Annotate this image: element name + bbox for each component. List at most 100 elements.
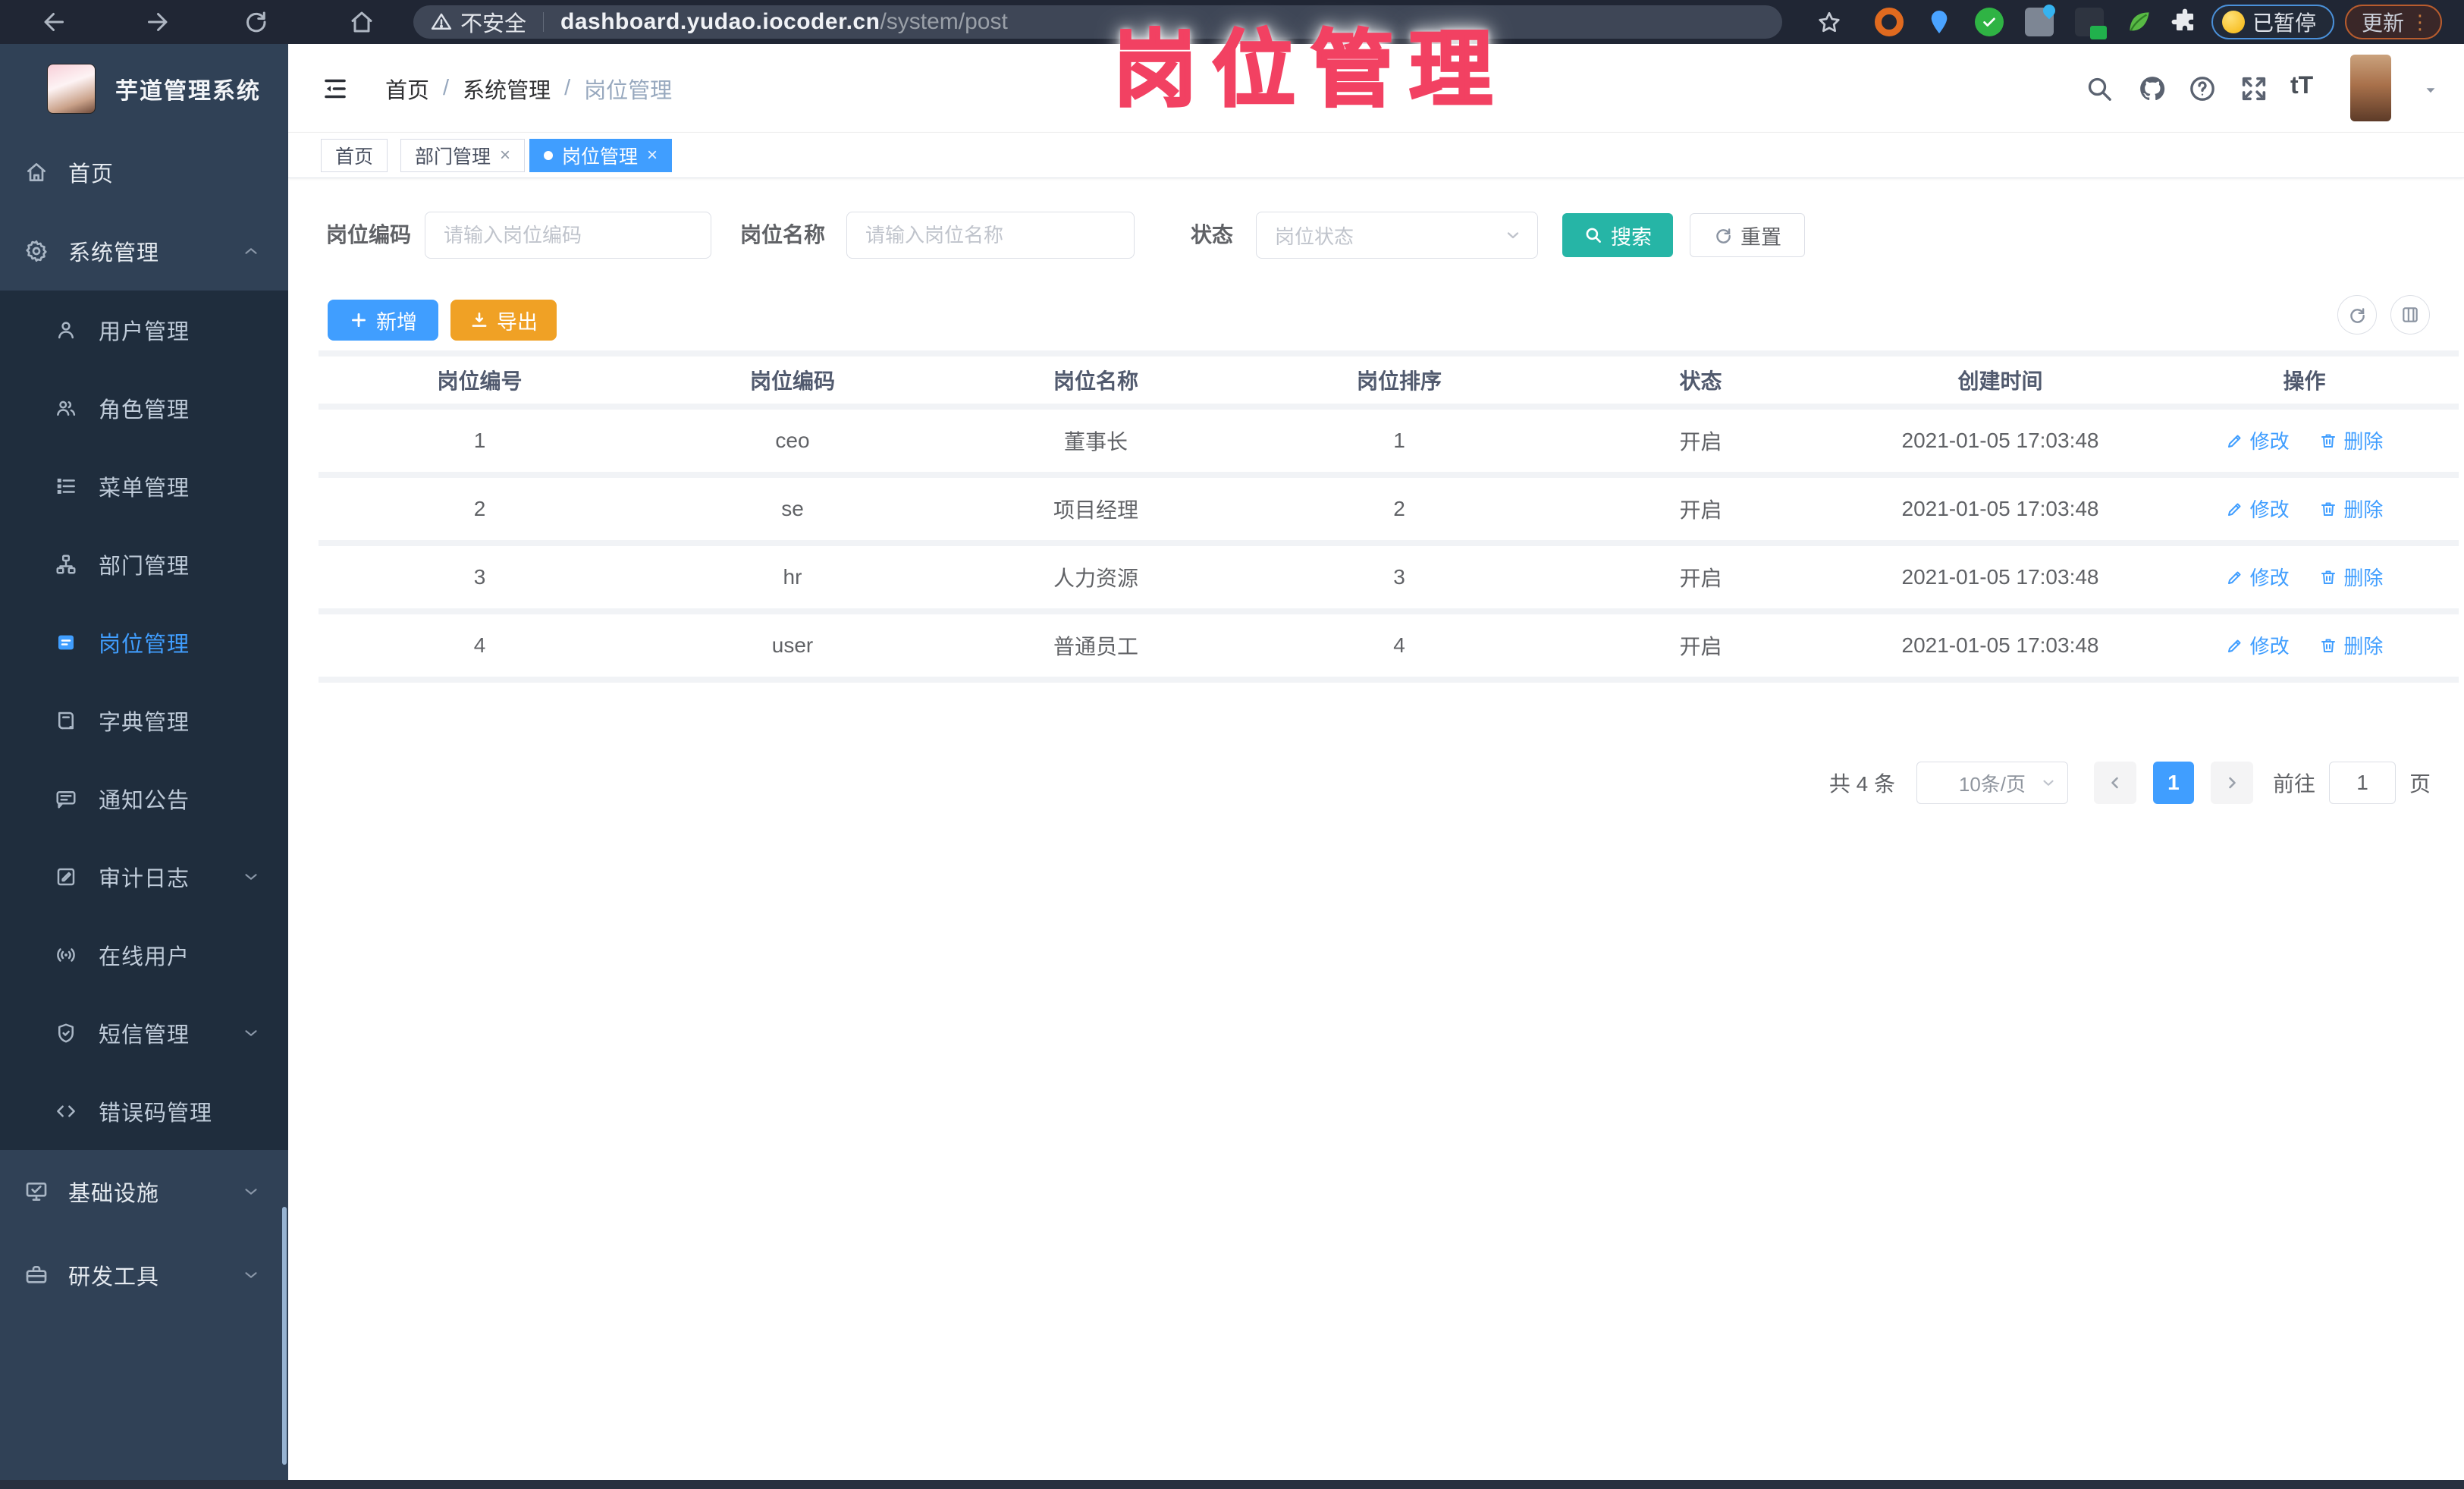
- breadcrumb-home[interactable]: 首页: [385, 73, 429, 105]
- sidebar-item-users[interactable]: 用户管理: [0, 291, 288, 369]
- delete-link[interactable]: 删除: [2319, 426, 2383, 454]
- reset-button[interactable]: 重置: [1690, 213, 1805, 257]
- sidebar-item-menus[interactable]: 菜单管理: [0, 447, 288, 525]
- edit-link[interactable]: 修改: [2226, 631, 2290, 659]
- not-secure-label: 不安全: [460, 12, 527, 36]
- delete-link[interactable]: 删除: [2319, 563, 2383, 591]
- sidebar-item-departments[interactable]: 部门管理: [0, 525, 288, 603]
- extension-orange-icon[interactable]: [1875, 8, 1904, 36]
- sidebar-item-dev-tools[interactable]: 研发工具: [0, 1233, 288, 1317]
- sidebar-item-audit-log[interactable]: 审计日志: [0, 837, 288, 916]
- trash-icon: [2321, 570, 2336, 584]
- extension-green-check-icon[interactable]: [1975, 8, 2004, 36]
- page-size-select[interactable]: 10条/页: [1916, 762, 2068, 804]
- table-row: 1 ceo 董事长 1 开启 2021-01-05 17:03:48 修改 删除: [319, 407, 2459, 478]
- browser-menu-dots-icon[interactable]: ⋮: [2410, 12, 2430, 32]
- tab-posts[interactable]: 岗位管理 ×: [529, 139, 673, 172]
- extension-gray-drop-icon[interactable]: [2025, 2, 2058, 36]
- trash-icon: [2321, 502, 2336, 516]
- add-button[interactable]: 新增: [328, 300, 438, 341]
- edit-link[interactable]: 修改: [2226, 563, 2290, 591]
- sidebar-item-label: 岗位管理: [99, 632, 190, 657]
- sidebar-item-roles[interactable]: 角色管理: [0, 369, 288, 447]
- post-name-input[interactable]: [846, 212, 1135, 259]
- sidebar-item-label: 短信管理: [99, 1023, 190, 1048]
- breadcrumb: 首页 / 系统管理 / 岗位管理: [385, 44, 672, 133]
- delete-link[interactable]: 删除: [2319, 495, 2383, 523]
- delete-link[interactable]: 删除: [2319, 631, 2383, 659]
- next-page-button[interactable]: [2210, 762, 2253, 804]
- browser-forward-icon[interactable]: [143, 8, 171, 36]
- extension-pin-icon[interactable]: [1925, 8, 1954, 36]
- github-icon[interactable]: [2137, 74, 2167, 104]
- user-avatar[interactable]: [2350, 55, 2391, 121]
- user-caret-down-icon[interactable]: [2421, 80, 2440, 100]
- paused-extension-badge[interactable]: 已暂停: [2211, 5, 2334, 39]
- extensions-puzzle-icon[interactable]: [2171, 8, 2199, 36]
- column-header: 状态: [1551, 350, 1850, 410]
- sidebar-item-announcements[interactable]: 通知公告: [0, 759, 288, 837]
- pencil-icon: [2227, 435, 2241, 448]
- sidebar-item-label: 部门管理: [99, 554, 190, 579]
- tab-departments[interactable]: 部门管理 ×: [400, 139, 526, 172]
- help-icon[interactable]: [2187, 74, 2218, 104]
- home-icon: [27, 163, 46, 181]
- search-icon[interactable]: [2084, 74, 2114, 104]
- cell-post-sort: 2: [1248, 475, 1551, 546]
- extension-gif-icon[interactable]: [2075, 8, 2107, 39]
- cell-post-code: se: [641, 475, 944, 546]
- address-bar[interactable]: 不安全 dashboard.yudao.iocoder.cn/system/po…: [413, 5, 1782, 39]
- export-button[interactable]: 导出: [450, 300, 557, 341]
- edit-label: 修改: [2249, 430, 2290, 454]
- column-settings-button[interactable]: [2390, 295, 2430, 335]
- shield-icon: [58, 1023, 74, 1042]
- sidebar-item-dictionary[interactable]: 字典管理: [0, 681, 288, 759]
- current-page-button[interactable]: 1: [2152, 762, 2194, 804]
- sidebar-item-online-users[interactable]: 在线用户: [0, 916, 288, 994]
- tab-close-icon[interactable]: ×: [500, 146, 510, 165]
- search-button-label: 搜索: [1611, 225, 1652, 249]
- goto-page-input[interactable]: [2328, 762, 2396, 804]
- sidebar-item-sms[interactable]: 短信管理: [0, 994, 288, 1072]
- page: 不安全 dashboard.yudao.iocoder.cn/system/po…: [0, 0, 2464, 1489]
- tab-close-icon[interactable]: ×: [647, 146, 658, 165]
- tab-label: 岗位管理: [562, 146, 639, 168]
- table-header-row: 岗位编号 岗位编码 岗位名称 岗位排序 状态 创建时间 操作: [319, 350, 2459, 410]
- cell-created-time: 2021-01-05 17:03:48: [1850, 611, 2150, 683]
- pagination: 共 4 条 10条/页 1 前往 页: [1829, 761, 2431, 805]
- fullscreen-icon[interactable]: [2239, 74, 2269, 104]
- annotation-overlay-title: 岗位管理: [1113, 23, 1508, 118]
- tab-home[interactable]: 首页: [321, 139, 388, 172]
- column-header: 岗位名称: [944, 350, 1248, 410]
- bookmark-star-icon[interactable]: [1816, 9, 1843, 36]
- status-select[interactable]: 岗位状态: [1256, 212, 1538, 259]
- app-title: 芋道管理系统: [115, 78, 261, 104]
- sidebar-item-error-codes[interactable]: 错误码管理: [0, 1072, 288, 1150]
- gear-icon: [26, 240, 47, 262]
- sidebar-item-infrastructure[interactable]: 基础设施: [0, 1150, 288, 1233]
- sidebar-item-posts[interactable]: 岗位管理: [0, 603, 288, 681]
- font-size-icon[interactable]: tT: [2290, 71, 2321, 102]
- edit-link[interactable]: 修改: [2226, 495, 2290, 523]
- app-logo-rabbit: [47, 63, 96, 114]
- export-button-label: 导出: [497, 310, 538, 334]
- sidebar: 芋道管理系统 首页 系统管理 用户管理 角色管理 菜单管理 部门管理 岗位管理 …: [0, 44, 288, 1480]
- browser-reload-icon[interactable]: [242, 8, 269, 36]
- search-button[interactable]: 搜索: [1562, 213, 1673, 257]
- address-divider: [543, 12, 545, 32]
- breadcrumb-separator: /: [443, 76, 450, 100]
- chevron-down-icon: [245, 1029, 257, 1036]
- edit-link[interactable]: 修改: [2226, 426, 2290, 454]
- breadcrumb-system[interactable]: 系统管理: [463, 73, 551, 105]
- prev-page-button[interactable]: [2093, 762, 2136, 804]
- browser-back-icon[interactable]: [41, 8, 68, 36]
- extension-leaf-icon[interactable]: [2125, 8, 2154, 36]
- toolbox-icon: [26, 1266, 47, 1283]
- sidebar-item-home[interactable]: 首页: [0, 133, 288, 212]
- browser-update-button[interactable]: 更新 ⋮: [2345, 5, 2442, 39]
- sidebar-item-system[interactable]: 系统管理: [0, 212, 288, 291]
- browser-home-icon[interactable]: [348, 8, 375, 36]
- post-code-input[interactable]: [425, 212, 711, 259]
- sidebar-collapse-icon[interactable]: [322, 75, 349, 102]
- refresh-table-button[interactable]: [2337, 295, 2377, 335]
